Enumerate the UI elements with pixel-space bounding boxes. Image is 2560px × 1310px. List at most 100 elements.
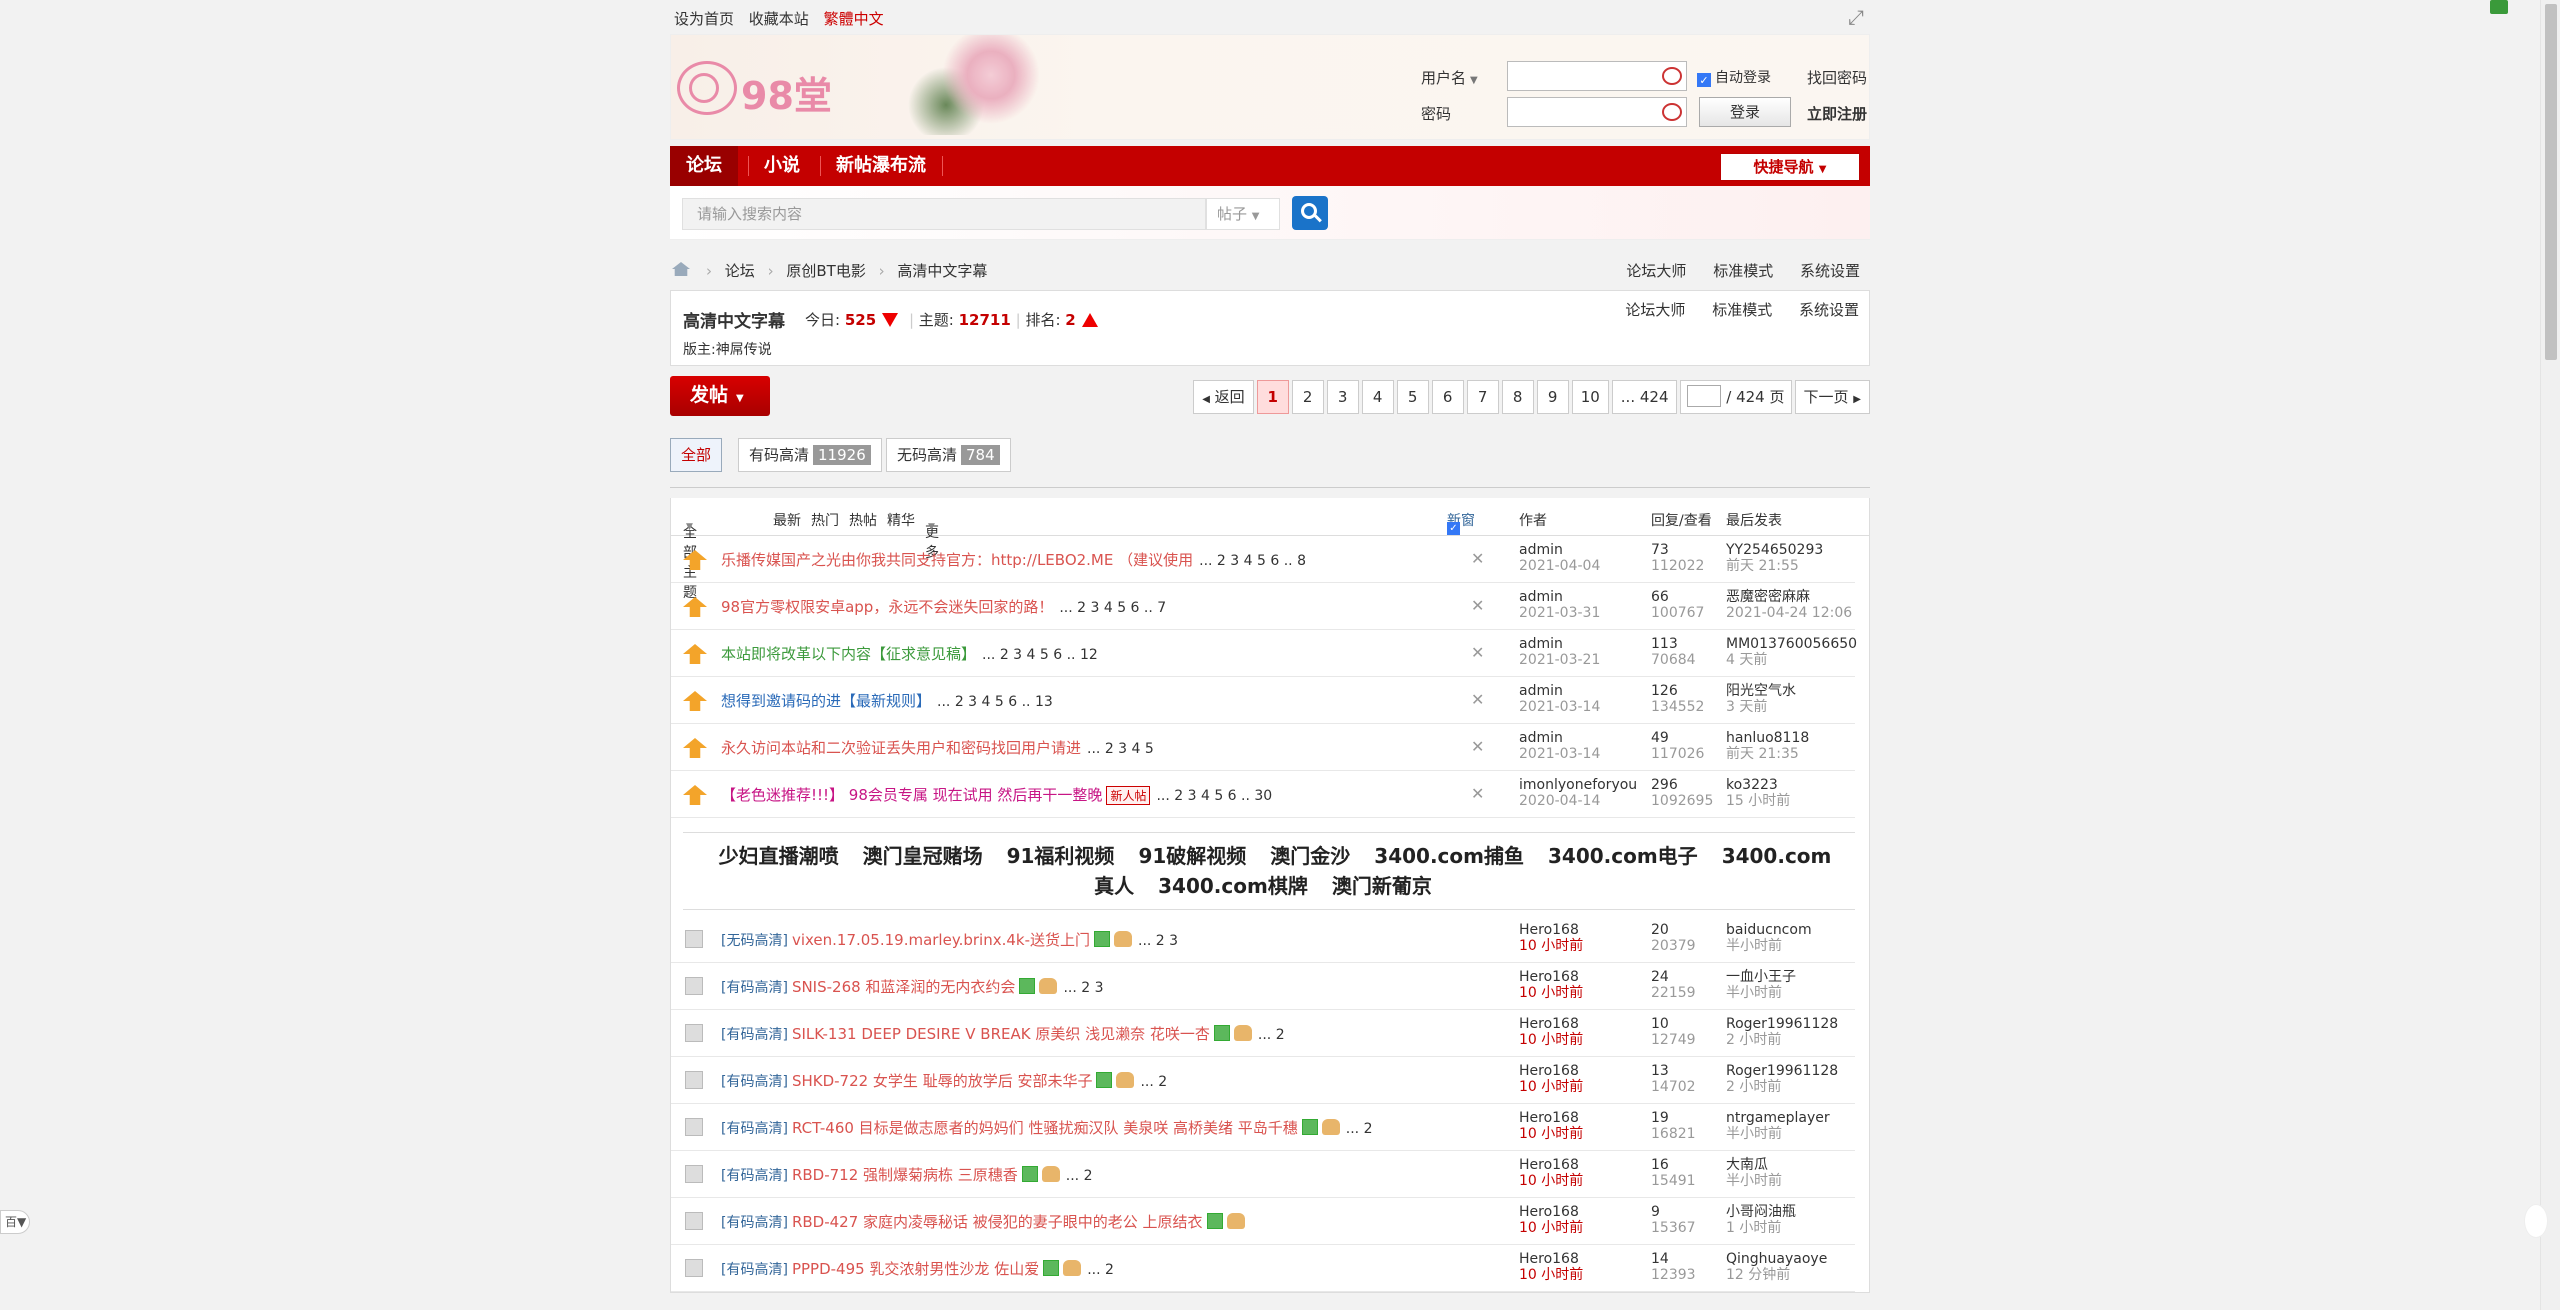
last-poster-link[interactable]: YY254650293 (1726, 542, 1823, 558)
document-icon[interactable] (685, 930, 703, 948)
ad-link[interactable]: 91破解视频 (1138, 844, 1246, 868)
last-post-time[interactable]: 1 小时前 (1726, 1220, 1781, 1236)
last-post-time[interactable]: 2021-04-24 12:06 (1726, 605, 1852, 621)
filter-all[interactable]: 全部 (670, 438, 723, 472)
last-poster-link[interactable]: Roger19961128 (1726, 1063, 1838, 1079)
thread-title-link[interactable]: SHKD-722 女学生 耻辱的放学后 安部未华子 (792, 1072, 1093, 1090)
sort-latest[interactable]: 最新 (773, 510, 801, 530)
last-post-time[interactable]: 前天 21:35 (1726, 746, 1799, 762)
side-float-button[interactable] (2524, 1204, 2548, 1238)
thread-title-link[interactable]: 永久访问本站和二次验证丢失用户和密码找回用户请进 (721, 739, 1081, 757)
last-post-time[interactable]: 12 分钟前 (1726, 1267, 1790, 1283)
auto-login-checkbox[interactable]: ✓ 自动登录 (1697, 67, 1771, 87)
last-poster-link[interactable]: baiducncom (1726, 922, 1812, 938)
thread-category[interactable]: [有码高清] (721, 1262, 788, 1278)
last-poster-link[interactable]: hanluo8118 (1726, 730, 1809, 746)
pager-last[interactable]: ... 424 (1611, 380, 1678, 414)
last-poster-link[interactable]: 小哥闷油瓶 (1726, 1204, 1796, 1220)
thread-pages[interactable]: ... 2 3 4 5 6 .. 30 (1156, 788, 1272, 804)
side-collapse-tab[interactable]: 百▼ (0, 1210, 30, 1234)
login-button[interactable]: 登录 (1699, 97, 1791, 127)
last-poster-link[interactable]: Qinghuayaoye (1726, 1251, 1827, 1267)
thread-category[interactable]: [无码高清] (721, 933, 788, 949)
new-window-checkbox[interactable]: ✓ 新窗 (1447, 510, 1475, 535)
pager-page[interactable]: 4 (1361, 380, 1394, 414)
close-icon[interactable]: ✕ (1471, 737, 1484, 756)
thread-row[interactable]: [有码高清] RBD-427 家庭内凌辱秘话 被侵犯的妻子眼中的老公 上原结衣 He… (671, 1198, 1855, 1245)
thread-category[interactable]: [有码高清] (721, 1168, 788, 1184)
pager-page[interactable]: 6 (1431, 380, 1464, 414)
thread-title-link[interactable]: RCT-460 目标是做志愿者的妈妈们 性骚扰痴汉队 美泉咲 高桥美绪 平岛千穗 (792, 1119, 1298, 1137)
thread-title-link[interactable]: SNIS-268 和蓝泽润的无内衣约会 (792, 978, 1016, 996)
search-button[interactable] (1292, 196, 1328, 230)
thread-title-link[interactable]: 本站即将改革以下内容【征求意见稿】 (721, 645, 976, 663)
thread-row[interactable]: [有码高清] PPPD-495 乳交浓射男性沙龙 佐山爱... 2 Hero168 1… (671, 1245, 1855, 1292)
author-link[interactable]: admin (1519, 589, 1563, 605)
keyboard-icon[interactable] (1662, 67, 1682, 85)
author-link[interactable]: Hero168 (1519, 1251, 1579, 1267)
close-icon[interactable]: ✕ (1471, 549, 1484, 568)
thread-title-link[interactable]: RBD-712 强制爆菊病栋 三原穗香 (792, 1166, 1018, 1184)
quick-nav-button[interactable]: 快捷导航 ▼ (1720, 153, 1860, 181)
filter-coded[interactable]: 有码高清 11926 (738, 438, 882, 472)
sticky-thread-row[interactable]: 本站即将改革以下内容【征求意见稿】 ... 2 3 4 5 6 .. 12 ✕ adm… (671, 630, 1857, 677)
thread-pages[interactable]: ... 2 3 (1063, 980, 1103, 996)
extension-icon[interactable] (2490, 0, 2508, 14)
pager-page[interactable]: 5 (1396, 380, 1429, 414)
checkbox-checked-icon[interactable]: ✓ (1697, 73, 1711, 87)
ad-link[interactable]: 3400.com棋牌 (1158, 874, 1308, 898)
close-icon[interactable]: ✕ (1471, 784, 1484, 803)
author-link[interactable]: Hero168 (1519, 969, 1579, 985)
ad-link[interactable]: 3400.com电子 (1548, 844, 1698, 868)
thread-row[interactable]: [有码高清] RCT-460 目标是做志愿者的妈妈们 性骚扰痴汉队 美泉咲 高桥美… (671, 1104, 1855, 1151)
nav-item-forum[interactable]: 论坛 (670, 146, 738, 186)
keyboard-icon[interactable] (1662, 103, 1682, 121)
thread-pages[interactable]: ... 2 3 (1138, 933, 1178, 949)
document-icon[interactable] (685, 977, 703, 995)
username-label[interactable]: 用户名 ▼ (1421, 67, 1478, 88)
author-link[interactable]: Hero168 (1519, 1157, 1579, 1173)
sticky-thread-row[interactable]: 【老色迷推荐!!!】 98会员专属 现在试用 然后再干一整晚 新人帖 ... 2 3… (671, 771, 1855, 818)
last-poster-link[interactable]: 阳光空气水 (1726, 683, 1796, 699)
fullscreen-icon[interactable]: ⤢ (1848, 7, 1868, 27)
bookmark-link[interactable]: 收藏本站 (749, 10, 809, 28)
pager-next[interactable]: 下一页 ▶ (1794, 380, 1870, 414)
search-type-select[interactable]: 帖子 ▼ (1206, 198, 1280, 230)
document-icon[interactable] (685, 1259, 703, 1277)
pager-page[interactable]: 7 (1466, 380, 1499, 414)
last-post-time[interactable]: 半小时前 (1726, 938, 1782, 954)
thread-pages[interactable]: ... 2 3 4 5 6 .. 8 (1199, 553, 1306, 569)
last-poster-link[interactable]: Roger19961128 (1726, 1016, 1838, 1032)
new-post-button[interactable]: 发帖 ▼ (670, 376, 770, 416)
thread-pages[interactable]: ... 2 3 4 5 6 .. 12 (982, 647, 1098, 663)
last-post-time[interactable]: 2 小时前 (1726, 1032, 1781, 1048)
sticky-thread-row[interactable]: 想得到邀请码的进【最新规则】 ... 2 3 4 5 6 .. 13 ✕ admin 2… (671, 677, 1855, 724)
thread-pages[interactable]: ... 2 (1140, 1074, 1167, 1090)
last-poster-link[interactable]: MM013760056650 (1726, 636, 1857, 652)
last-post-time[interactable]: 半小时前 (1726, 1173, 1782, 1189)
thread-row[interactable]: [无码高清] vixen.17.05.19.marley.brinx.4k-送货上… (671, 916, 1855, 963)
author-link[interactable]: Hero168 (1519, 1204, 1579, 1220)
traditional-chinese-link[interactable]: 繁體中文 (824, 10, 884, 28)
moderator-link[interactable]: 神屌传说 (716, 342, 772, 358)
breadcrumb-bt-movie[interactable]: 原创BT电影 (786, 262, 865, 280)
document-icon[interactable] (685, 1024, 703, 1042)
thread-row[interactable]: [有码高清] SILK-131 DEEP DESIRE V BREAK 原美织 浅… (671, 1010, 1855, 1057)
thread-row[interactable]: [有码高清] RBD-712 强制爆菊病栋 三原穗香 ... 2 Hero168 10 … (671, 1151, 1855, 1198)
sticky-thread-row[interactable]: 98官方零权限安卓app，永远不会迷失回家的路！ ... 2 3 4 5 6 ..… (671, 583, 1855, 630)
thread-pages[interactable]: ... 2 3 4 5 6 .. 7 (1059, 600, 1166, 616)
pager-page[interactable]: 10 (1571, 380, 1609, 414)
thread-title-link[interactable]: SILK-131 DEEP DESIRE V BREAK 原美织 浅见濑奈 花咲… (792, 1025, 1210, 1043)
last-post-time[interactable]: 3 天前 (1726, 699, 1767, 715)
author-link[interactable]: admin (1519, 542, 1563, 558)
thread-title-link[interactable]: RBD-427 家庭内凌辱秘话 被侵犯的妻子眼中的老公 上原结衣 (792, 1213, 1203, 1231)
last-poster-link[interactable]: 恶魔密密麻麻 (1726, 589, 1810, 605)
thread-pages[interactable]: ... 2 (1087, 1262, 1114, 1278)
thread-title-link[interactable]: 想得到邀请码的进【最新规则】 (721, 692, 931, 710)
thread-pages[interactable]: ... 2 (1346, 1121, 1373, 1137)
last-post-time[interactable]: 半小时前 (1726, 1126, 1782, 1142)
last-post-time[interactable]: 半小时前 (1726, 985, 1782, 1001)
standard-mode-link[interactable]: 标准模式 (1713, 262, 1773, 280)
username-input[interactable] (1507, 61, 1687, 91)
last-poster-link[interactable]: ntrgameplayer (1726, 1110, 1830, 1126)
